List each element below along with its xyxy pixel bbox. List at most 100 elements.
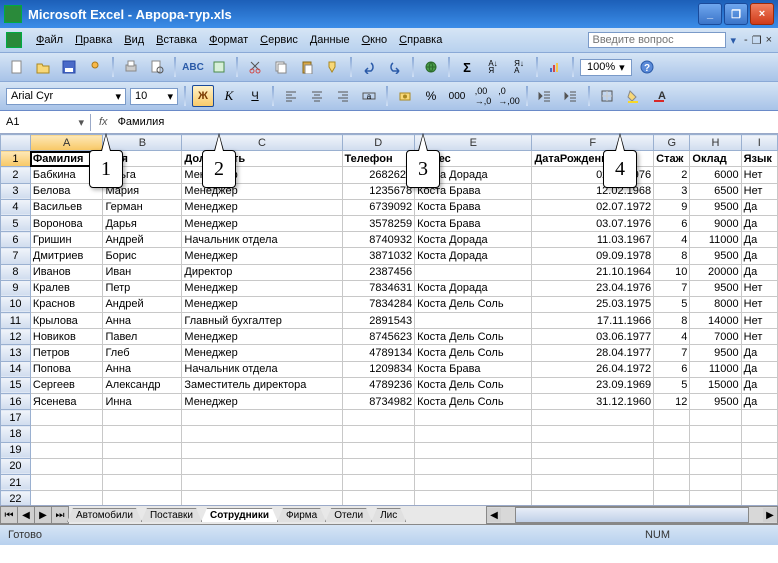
cell[interactable]: Менеджер (182, 199, 342, 215)
cell[interactable] (342, 491, 415, 506)
row-header[interactable]: 3 (1, 183, 31, 199)
cell[interactable] (654, 458, 690, 474)
cell[interactable]: Иван (103, 264, 182, 280)
cell[interactable] (532, 410, 654, 426)
cell[interactable]: 9500 (690, 394, 741, 410)
sheet-tab-Отели[interactable]: Отели (325, 508, 372, 522)
cell[interactable]: Заместитель директора (182, 377, 342, 393)
cell[interactable]: Кралев (30, 280, 103, 296)
col-header-H[interactable]: H (690, 135, 741, 151)
cell[interactable]: Павел (103, 329, 182, 345)
name-box[interactable]: A1▾ (0, 114, 91, 131)
cell[interactable] (741, 474, 777, 490)
cell[interactable]: Сергеев (30, 377, 103, 393)
cell[interactable]: Дмитриев (30, 248, 103, 264)
cell[interactable] (532, 442, 654, 458)
cell[interactable] (741, 442, 777, 458)
cell[interactable] (690, 474, 741, 490)
cell[interactable] (415, 458, 532, 474)
cell[interactable] (182, 410, 342, 426)
cell[interactable]: Воронова (30, 215, 103, 231)
open-button[interactable] (32, 56, 54, 78)
cell[interactable]: 4789236 (342, 377, 415, 393)
new-button[interactable] (6, 56, 28, 78)
cell[interactable] (654, 474, 690, 490)
row-header[interactable]: 13 (1, 345, 31, 361)
cell[interactable]: Язык (741, 151, 777, 167)
cell[interactable] (342, 426, 415, 442)
cell[interactable]: Менеджер (182, 280, 342, 296)
cell[interactable] (415, 410, 532, 426)
cell[interactable]: Менеджер (182, 394, 342, 410)
spelling-button[interactable]: ABC (182, 56, 204, 78)
cell[interactable]: 3 (654, 183, 690, 199)
cell[interactable]: Нет (741, 313, 777, 329)
cell[interactable]: Глеб (103, 345, 182, 361)
col-header-G[interactable]: G (654, 135, 690, 151)
cell[interactable] (654, 426, 690, 442)
cell[interactable]: Крылова (30, 313, 103, 329)
cell[interactable]: Нет (741, 280, 777, 296)
cell[interactable]: Борис (103, 248, 182, 264)
maximize-button[interactable]: ❐ (724, 3, 748, 25)
cell[interactable]: 9500 (690, 199, 741, 215)
cell[interactable] (342, 442, 415, 458)
child-close[interactable]: × (766, 34, 772, 47)
cell[interactable]: 20000 (690, 264, 741, 280)
cell[interactable]: 8745623 (342, 329, 415, 345)
cell[interactable]: 7834284 (342, 296, 415, 312)
dropdown-icon[interactable]: ▾ (730, 34, 736, 47)
select-all-corner[interactable] (1, 135, 31, 151)
cell[interactable] (30, 491, 103, 506)
col-header-I[interactable]: I (741, 135, 777, 151)
cell[interactable] (30, 410, 103, 426)
autosum-button[interactable]: Σ (456, 56, 478, 78)
row-header[interactable]: 6 (1, 232, 31, 248)
align-center-button[interactable] (306, 85, 328, 107)
cell[interactable]: Менеджер (182, 296, 342, 312)
row-header[interactable]: 20 (1, 458, 31, 474)
cell[interactable]: 23.04.1976 (532, 280, 654, 296)
align-left-button[interactable] (280, 85, 302, 107)
tab-next-button[interactable]: ▶ (34, 506, 52, 524)
undo-button[interactable] (358, 56, 380, 78)
sheet-tab-Сотрудники[interactable]: Сотрудники (201, 508, 278, 522)
cell[interactable]: Стаж (654, 151, 690, 167)
cell[interactable] (690, 458, 741, 474)
font-color-button[interactable]: A (648, 85, 670, 107)
cell[interactable] (654, 442, 690, 458)
cell[interactable]: Коста Дель Соль (415, 296, 532, 312)
cell[interactable]: Нет (741, 329, 777, 345)
row-header[interactable]: 2 (1, 167, 31, 183)
cell[interactable]: Да (741, 394, 777, 410)
research-button[interactable] (208, 56, 230, 78)
cell[interactable]: 28.04.1977 (532, 345, 654, 361)
scroll-left-icon[interactable]: ◀ (487, 508, 501, 522)
tab-last-button[interactable]: ⏭ (51, 506, 69, 524)
copy-button[interactable] (270, 56, 292, 78)
cell[interactable]: 6000 (690, 167, 741, 183)
cell[interactable]: 11000 (690, 232, 741, 248)
scroll-right-icon[interactable]: ▶ (763, 508, 777, 522)
cell[interactable]: 6 (654, 215, 690, 231)
cell[interactable]: 23.09.1969 (532, 377, 654, 393)
minimize-button[interactable]: _ (698, 3, 722, 25)
cell[interactable] (30, 458, 103, 474)
formula-value[interactable]: Фамилия (116, 116, 167, 128)
cell[interactable]: 9500 (690, 345, 741, 361)
cell[interactable] (30, 474, 103, 490)
cell[interactable]: Да (741, 215, 777, 231)
cell[interactable]: 8740932 (342, 232, 415, 248)
percent-button[interactable]: % (420, 85, 442, 107)
cell[interactable]: 7834631 (342, 280, 415, 296)
merge-center-button[interactable]: a (358, 85, 380, 107)
cell[interactable]: 9500 (690, 248, 741, 264)
cell[interactable]: Коста Дорада (415, 248, 532, 264)
cell[interactable]: 7 (654, 345, 690, 361)
cell[interactable]: 25.03.1975 (532, 296, 654, 312)
fill-color-button[interactable] (622, 85, 644, 107)
cell[interactable] (532, 491, 654, 506)
cell[interactable]: Коста Дель Соль (415, 394, 532, 410)
sheet-tab-Поставки[interactable]: Поставки (141, 508, 202, 522)
cell[interactable]: Анна (103, 361, 182, 377)
